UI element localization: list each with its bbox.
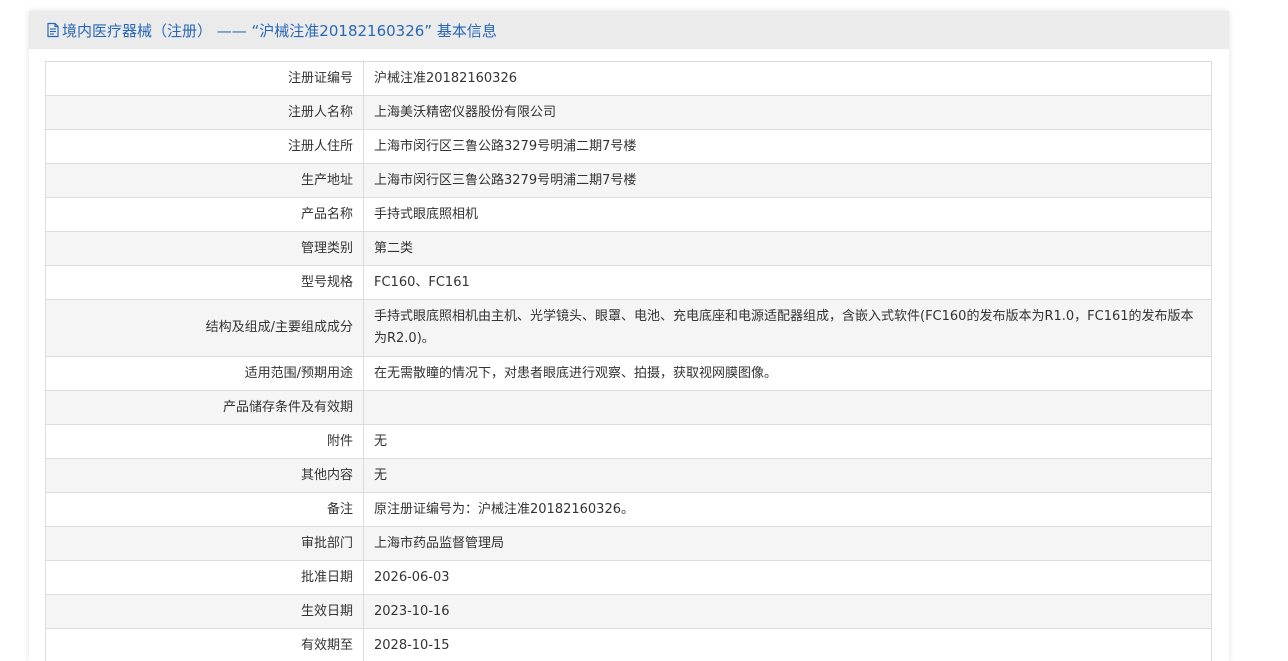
table-row: 产品储存条件及有效期 [45, 390, 1212, 425]
field-label: 注册人住所 [45, 129, 364, 164]
field-label: 附件 [45, 424, 364, 459]
field-value: 手持式眼底照相机由主机、光学镜头、眼罩、电池、充电底座和电源适配器组成，含嵌入式… [363, 299, 1212, 357]
field-label: 备注 [45, 492, 364, 527]
field-label: 生产地址 [45, 163, 364, 198]
table-row: 附件无 [45, 424, 1212, 459]
field-label: 注册人名称 [45, 95, 364, 130]
table-row: 备注 原注册证编号为：沪械注准20182160326。 [45, 492, 1212, 527]
field-value: 2023-10-16 [363, 594, 1212, 629]
field-label: 有效期至 [45, 628, 364, 661]
table-row: 注册证编号 沪械注准20182160326 [45, 61, 1212, 96]
table-row: 结构及组成/主要组成成分 手持式眼底照相机由主机、光学镜头、眼罩、电池、充电底座和… [45, 299, 1212, 357]
field-value: 上海市闵行区三鲁公路3279号明浦二期7号楼 [363, 163, 1212, 198]
field-label: 审批部门 [45, 526, 364, 561]
field-value: 上海市闵行区三鲁公路3279号明浦二期7号楼 [363, 129, 1212, 164]
table-row: 型号规格 FC160、FC161 [45, 265, 1212, 300]
field-value [363, 390, 1212, 425]
table-row: 适用范围/预期用途 在无需散瞳的情况下，对患者眼底进行观察、拍摄，获取视网膜图像。 [45, 356, 1212, 391]
field-label: 注册证编号 [45, 61, 364, 96]
field-label: 生效日期 [45, 594, 364, 629]
field-value: FC160、FC161 [363, 265, 1212, 300]
document-icon [45, 22, 61, 38]
field-value: 无 [363, 458, 1212, 493]
field-label: 批准日期 [45, 560, 364, 595]
page-title: 境内医疗器械（注册） —— “沪械注准20182160326” 基本信息 [62, 21, 497, 40]
table-row: 有效期至 2028-10-15 [45, 628, 1212, 661]
field-value: 沪械注准20182160326 [363, 61, 1212, 96]
table-row: 审批部门 上海市药品监督管理局 [45, 526, 1212, 561]
field-label: 其他内容 [45, 458, 364, 493]
field-value: 手持式眼底照相机 [363, 197, 1212, 232]
field-value: 原注册证编号为：沪械注准20182160326。 [363, 492, 1212, 527]
table-row: 生产地址 上海市闵行区三鲁公路3279号明浦二期7号楼 [45, 163, 1212, 198]
field-label: 产品储存条件及有效期 [45, 390, 364, 425]
field-label: 管理类别 [45, 231, 364, 266]
field-label: 产品名称 [45, 197, 364, 232]
info-panel: 境内医疗器械（注册） —— “沪械注准20182160326” 基本信息 注册证… [29, 11, 1229, 661]
info-table: 注册证编号 沪械注准20182160326 注册人名称 上海美沃精密仪器股份有限公司注… [45, 61, 1212, 661]
table-row: 注册人名称 上海美沃精密仪器股份有限公司 [45, 95, 1212, 130]
field-value: 上海市药品监督管理局 [363, 526, 1212, 561]
field-value: 上海美沃精密仪器股份有限公司 [363, 95, 1212, 130]
panel-header: 境内医疗器械（注册） —— “沪械注准20182160326” 基本信息 [29, 11, 1229, 49]
field-value: 无 [363, 424, 1212, 459]
field-value: 2028-10-15 [363, 628, 1212, 661]
field-label: 型号规格 [45, 265, 364, 300]
panel-body: 注册证编号 沪械注准20182160326 注册人名称 上海美沃精密仪器股份有限公司注… [29, 49, 1229, 661]
table-row: 产品名称 手持式眼底照相机 [45, 197, 1212, 232]
field-value: 2026-06-03 [363, 560, 1212, 595]
field-value: 在无需散瞳的情况下，对患者眼底进行观察、拍摄，获取视网膜图像。 [363, 356, 1212, 391]
table-row: 批准日期 2026-06-03 [45, 560, 1212, 595]
field-label: 结构及组成/主要组成成分 [45, 299, 364, 357]
table-row: 其他内容无 [45, 458, 1212, 493]
table-row: 生效日期 2023-10-16 [45, 594, 1212, 629]
table-row: 注册人住所 上海市闵行区三鲁公路3279号明浦二期7号楼 [45, 129, 1212, 164]
field-label: 适用范围/预期用途 [45, 356, 364, 391]
table-row: 管理类别 第二类 [45, 231, 1212, 266]
field-value: 第二类 [363, 231, 1212, 266]
